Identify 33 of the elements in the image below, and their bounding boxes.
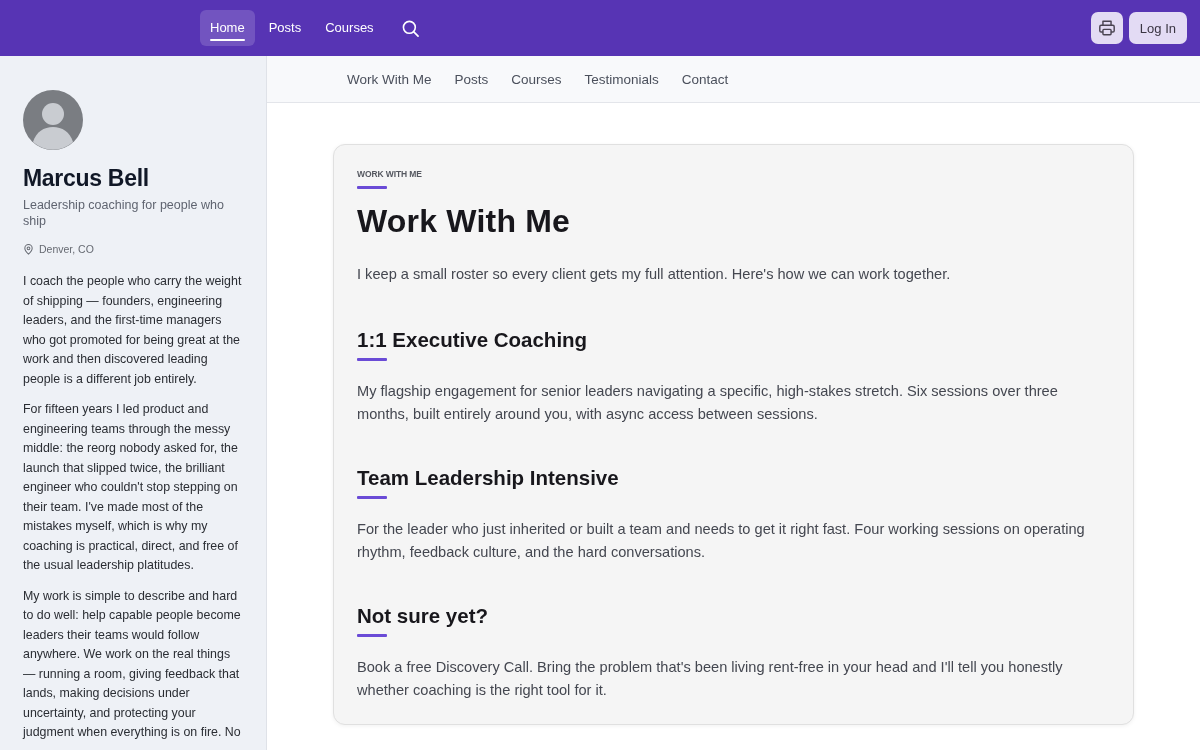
subnav-link[interactable]: Contact [681,71,729,87]
section-eyebrow: WORK WITH ME [357,168,423,180]
accent-rule [357,186,387,189]
location-text: Denver, CO [39,242,94,256]
section-paragraph: My flagship engagement for senior leaders navigating a specific, high-stakes stretch. Six sessions over three months, built entirely around you, with async access between sessions. [357,382,1059,424]
profile-name: Marcus Bell [23,164,150,193]
nav-tab[interactable]: Home [200,10,255,46]
section-paragraph: Book a free Discovery Call. Bring the problem that's been living rent-free in your head and I'll tell you honestly whether coaching is the right tool for it. [357,658,1064,700]
search-icon[interactable] [401,19,419,37]
bio-paragraph: For fifteen years I led product and engineering teams through the messy middle: the reorg nobody asked for, the launch that slipped twice, the brilliant engineer who couldn't stop stepping on their team. I've made most of the mistakes myself, which is why my coaching is practical, direct, and free of the usual leadership platitudes. [23,401,239,574]
section-heading: Team Leadership Intensive [357,465,620,491]
accent-rule [357,358,387,361]
subnav-link[interactable]: Work With Me [347,71,432,87]
login-button[interactable]: Log In [1128,12,1187,44]
nav-tab[interactable]: Courses [315,10,384,46]
bio-paragraph: My work is simple to describe and hard to do well: help capable people become leaders their teams would follow anywhere. We work on the real things — running a room, giving feedback that lands, making decisions under uncertainty, and protecting your judgment when everything is on fire. No [23,587,242,741]
bio-paragraph: I coach the people who carry the weight of shipping — founders, engineering leaders, and the first-time managers who got promoted for being great at the work and then discovered leading people is a different job entirely. [23,273,243,388]
profile-tagline: Leadership coaching for people who ship [23,197,225,229]
page-title: Work With Me [357,202,572,241]
accent-rule [357,496,387,499]
subnav-link[interactable]: Posts [454,71,489,87]
section-paragraph: For the leader who just inherited or built a team and needs to get it right fast. Four working sessions on operating rhythm, feedback culture, and the hard conversations. [357,520,1086,562]
accent-rule [357,634,387,637]
location-pin-icon [23,243,34,255]
subnav-link[interactable]: Testimonials [584,71,659,87]
print-button[interactable] [1090,12,1123,44]
nav-tab[interactable]: Posts [258,10,312,46]
subnav-link[interactable]: Courses [511,71,562,87]
section-heading: 1:1 Executive Coaching [357,327,589,353]
avatar-icon [23,90,83,150]
printer-icon [1097,19,1116,37]
intro-paragraph: I keep a small roster so every client gets my full attention. Here's how we can work together. [357,265,952,284]
section-heading: Not sure yet? [357,603,489,629]
